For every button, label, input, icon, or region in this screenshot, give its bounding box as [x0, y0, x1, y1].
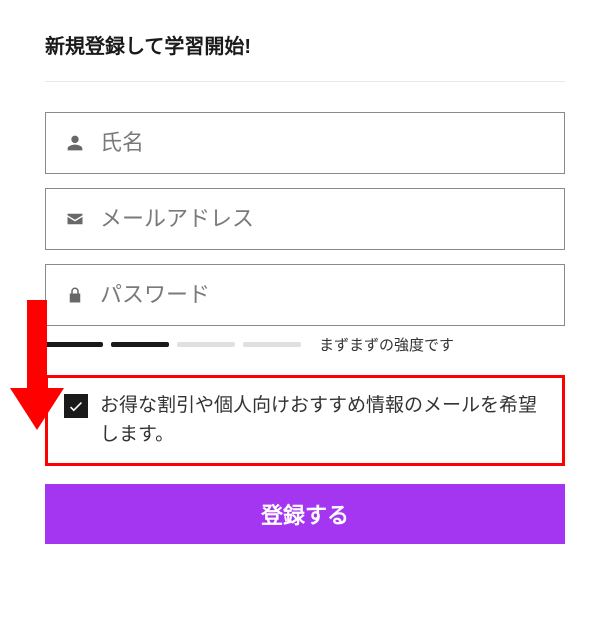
marketing-checkbox-label: お得な割引や個人向けおすすめ情報のメールを希望します。 [100, 392, 546, 449]
strength-bar [45, 342, 103, 347]
password-strength-bars [45, 342, 301, 347]
envelope-icon [64, 208, 86, 230]
user-icon [64, 132, 86, 154]
page-title: 新規登録して学習開始! [45, 30, 565, 59]
strength-bar [177, 342, 235, 347]
password-field-row [45, 264, 565, 326]
password-strength-label: まずまずの強度です [319, 334, 454, 355]
email-field-row [45, 188, 565, 250]
register-button[interactable]: 登録する [45, 484, 565, 544]
name-input[interactable] [100, 130, 546, 156]
password-strength-row: まずまずの強度です [45, 334, 565, 355]
strength-bar [243, 342, 301, 347]
annotation-highlight-box: お得な割引や個人向けおすすめ情報のメールを希望します。 [45, 375, 565, 466]
email-input[interactable] [100, 206, 546, 232]
name-field-row [45, 112, 565, 174]
marketing-checkbox[interactable] [64, 394, 88, 418]
password-input[interactable] [100, 282, 546, 308]
divider [45, 81, 565, 82]
lock-icon [64, 284, 86, 306]
strength-bar [111, 342, 169, 347]
